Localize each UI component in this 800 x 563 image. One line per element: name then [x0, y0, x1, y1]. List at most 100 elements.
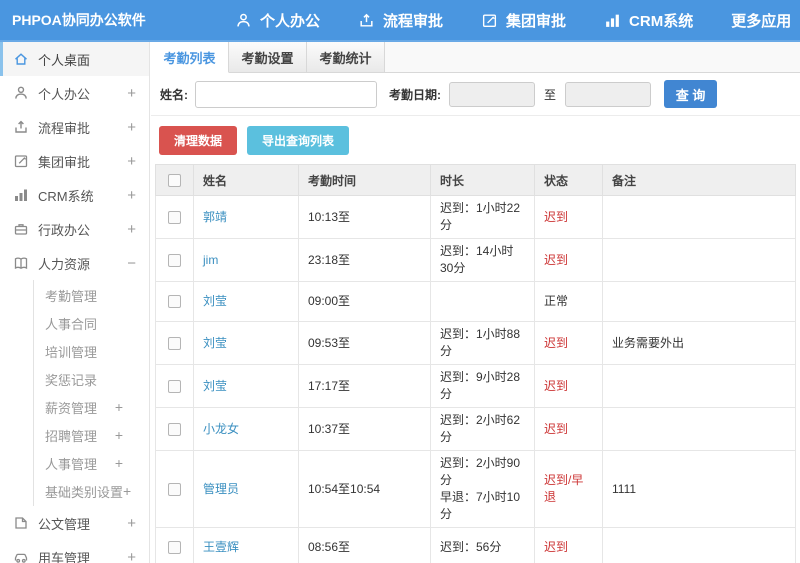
sidebar-item-human-resources[interactable]: 人力资源 −: [0, 246, 149, 280]
sidebar-subitem-basic-category-settings[interactable]: 基础类别设置 +: [34, 477, 149, 505]
sidebar-subitem-label: 人事合同: [45, 316, 98, 332]
status-badge: 迟到: [544, 540, 569, 554]
row-checkbox[interactable]: [168, 422, 181, 436]
sidebar-item-label: 流程审批: [38, 120, 91, 136]
status-badge: 迟到: [544, 335, 569, 350]
sidebar-subitem-salary-management[interactable]: 薪资管理 +: [34, 393, 149, 421]
duration-cell: 迟到：2小时62分: [430, 407, 535, 451]
attendance-table-wrap: 姓名 考勤时间 时长 状态 备注 郭靖 10:13至 迟到：1小时22分 迟到 jim 23:18…: [151, 164, 800, 563]
expander-icon[interactable]: −: [127, 255, 136, 272]
expander-icon[interactable]: +: [127, 119, 136, 136]
employee-name-link[interactable]: 郭靖: [203, 210, 227, 224]
sidebar-subitem-personnel-contract[interactable]: 人事合同: [34, 309, 149, 337]
select-all-checkbox[interactable]: [168, 174, 181, 188]
employee-name-link[interactable]: 刘莹: [203, 294, 227, 308]
date-from-input[interactable]: [449, 81, 535, 107]
note-cell: [602, 195, 796, 239]
expander-icon[interactable]: +: [127, 153, 136, 170]
row-checkbox-cell: [155, 238, 194, 282]
row-checkbox[interactable]: [168, 541, 181, 555]
sidebar-subitem-training-management[interactable]: 培训管理: [34, 337, 149, 365]
nav-item-workflow-approval[interactable]: 流程审批: [339, 0, 462, 40]
top-nav: 个人办公 流程审批 集团审批 CRM系统 更多应用: [216, 0, 800, 40]
name-cell: jim: [193, 238, 299, 282]
nav-item-more-apps[interactable]: 更多应用: [712, 0, 800, 40]
row-checkbox[interactable]: [168, 253, 181, 267]
sidebar-item-vehicle-management[interactable]: 用车管理 +: [0, 540, 149, 563]
status-badge: 迟到/早退: [544, 473, 584, 504]
date-to-input[interactable]: [565, 81, 652, 107]
expander-icon[interactable]: +: [127, 515, 136, 532]
status-cell: 迟到/早退: [534, 450, 603, 528]
book-icon: [13, 255, 29, 271]
row-checkbox[interactable]: [168, 336, 181, 350]
sidebar-item-group-approval[interactable]: 集团审批 +: [0, 144, 149, 178]
clean-data-button[interactable]: 清理数据: [159, 125, 238, 155]
nav-item-label: 集团审批: [506, 12, 567, 30]
status-cell: 迟到: [534, 364, 603, 408]
sidebar-item-admin-office[interactable]: 行政办公 +: [0, 212, 149, 246]
column-header: 姓名: [193, 164, 299, 196]
expander-icon[interactable]: +: [123, 483, 131, 499]
tab-bar: 考勤列表 考勤设置 考勤统计: [151, 42, 800, 73]
process-icon: [358, 12, 375, 29]
edit-icon: [481, 12, 498, 29]
expander-icon[interactable]: +: [127, 221, 136, 238]
name-label: 姓名:: [160, 87, 188, 102]
expander-icon[interactable]: +: [115, 455, 123, 471]
nav-item-group-approval[interactable]: 集团审批: [462, 0, 585, 40]
tab-attendance-list[interactable]: 考勤列表: [151, 42, 229, 73]
status-badge: 迟到: [544, 209, 569, 224]
employee-name-link[interactable]: 小龙女: [203, 422, 239, 436]
sidebar-subitem-personnel-management[interactable]: 人事管理 +: [34, 449, 149, 477]
export-list-button[interactable]: 导出查询列表: [247, 125, 350, 155]
employee-name-link[interactable]: 王壹辉: [203, 540, 239, 554]
app-logo: PHPOA协同办公软件: [12, 12, 146, 28]
sidebar-subitem-attendance-management[interactable]: 考勤管理: [34, 281, 149, 309]
sidebar-item-personal-office[interactable]: 个人办公 +: [0, 76, 149, 110]
tab-attendance-settings[interactable]: 考勤设置: [229, 42, 307, 73]
employee-name-link[interactable]: 刘莹: [203, 379, 227, 393]
name-input[interactable]: [195, 80, 377, 108]
nav-item-crm-system[interactable]: CRM系统: [585, 0, 712, 40]
row-checkbox[interactable]: [168, 210, 181, 224]
home-icon: [13, 51, 29, 67]
expander-icon[interactable]: +: [115, 427, 123, 443]
to-label: 至: [544, 87, 557, 102]
sidebar-subitem-reward-punishment-records[interactable]: 奖惩记录: [34, 365, 149, 393]
row-checkbox[interactable]: [168, 482, 181, 496]
status-cell: 迟到: [534, 407, 603, 451]
employee-name-link[interactable]: 刘莹: [203, 336, 227, 350]
employee-name-link[interactable]: 管理员: [203, 482, 239, 496]
duration-cell: 迟到：56分: [430, 527, 535, 563]
column-header: 状态: [534, 164, 603, 196]
sidebar-item-workflow-approval[interactable]: 流程审批 +: [0, 110, 149, 144]
status-cell: 迟到: [534, 321, 603, 365]
duration-line: 迟到：9小时28分: [440, 370, 521, 401]
table-header-row: 姓名 考勤时间 时长 状态 备注: [155, 164, 796, 196]
search-form: 姓名: 考勤日期: 至 查 询: [151, 73, 800, 116]
status-cell: 迟到: [534, 527, 603, 563]
nav-item-label: 个人办公: [260, 12, 321, 30]
expander-icon[interactable]: +: [127, 187, 136, 204]
sidebar-item-personal-desktop[interactable]: 个人桌面: [0, 42, 149, 76]
expander-icon[interactable]: +: [127, 85, 136, 102]
sidebar-item-crm-system[interactable]: CRM系统 +: [0, 178, 149, 212]
employee-name-link[interactable]: jim: [203, 253, 218, 267]
note-cell: [602, 238, 796, 282]
nav-item-personal-office[interactable]: 个人办公: [216, 0, 339, 40]
expander-icon[interactable]: +: [127, 549, 136, 563]
status-badge: 迟到: [544, 378, 569, 393]
row-checkbox[interactable]: [168, 379, 181, 393]
row-checkbox[interactable]: [168, 295, 181, 309]
sidebar-item-label: 公文管理: [38, 516, 91, 532]
sidebar-submenu: 考勤管理人事合同培训管理 奖惩记录 薪资管理 + 招聘管理 + 人事管理 + 基础类别设置 +: [33, 280, 149, 506]
expander-icon[interactable]: +: [115, 399, 123, 415]
tab-attendance-statistics[interactable]: 考勤统计: [307, 42, 385, 73]
briefcase-icon: [13, 221, 29, 237]
sidebar-item-document-management[interactable]: 公文管理 +: [0, 506, 149, 540]
query-button[interactable]: 查 询: [664, 80, 718, 108]
doc-icon: [13, 515, 29, 531]
sidebar-subitem-label: 考勤管理: [45, 288, 98, 304]
sidebar-subitem-recruitment-management[interactable]: 招聘管理 +: [34, 421, 149, 449]
